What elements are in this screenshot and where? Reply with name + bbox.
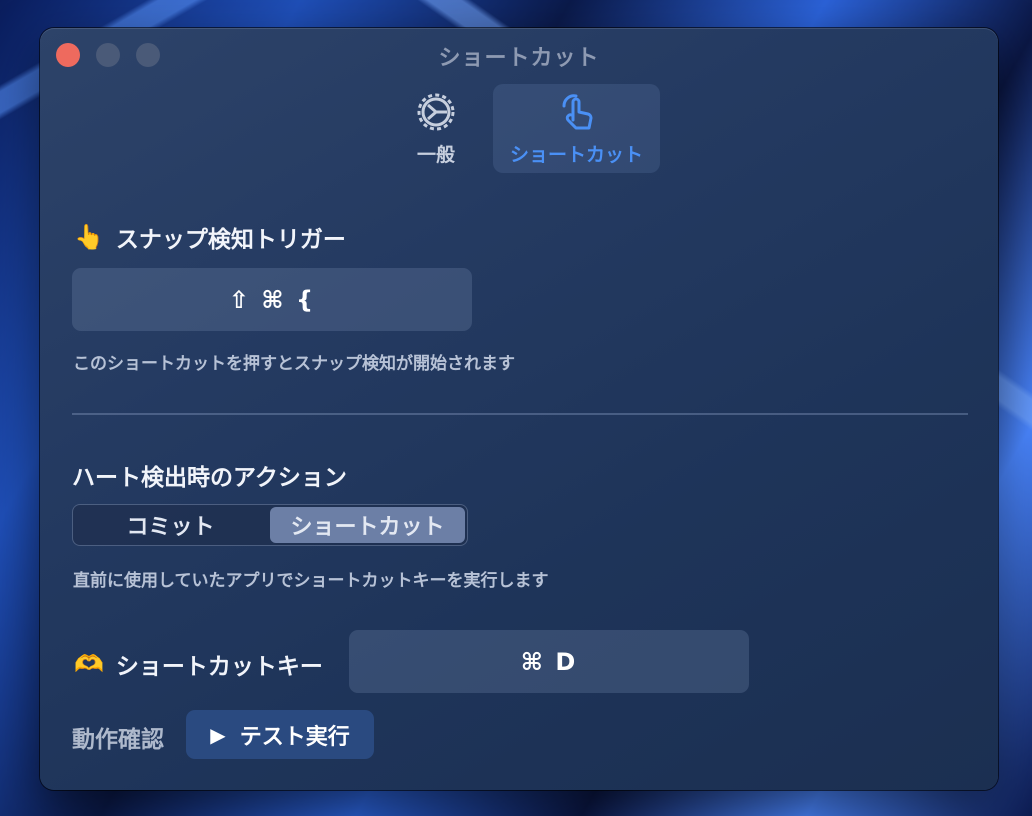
shortcut-key-label: ショートカットキー xyxy=(115,654,323,680)
snap-trigger-heading: 👆 スナップ検知トリガー xyxy=(74,220,346,254)
heart-action-heading: ハート検出時のアクション xyxy=(72,465,347,491)
test-run-label: テスト実行 xyxy=(239,724,350,750)
shortcut-key-field[interactable]: ⌘ D xyxy=(349,630,749,693)
tab-shortcut[interactable]: ショートカット xyxy=(493,84,660,173)
snap-trigger-description: このショートカットを押すとスナップ検知が開始されます xyxy=(73,354,515,374)
window-title: ショートカット xyxy=(438,46,600,71)
play-icon: ▶ xyxy=(210,722,226,747)
heart-action-segmented-control: コミット ショートカット xyxy=(72,504,468,546)
section-divider xyxy=(72,413,968,415)
snap-trigger-title: スナップ検知トリガー xyxy=(115,227,346,253)
preferences-window: ショートカット 一般 ショートカット 👆 スナップ検知トリガー ⇧ ⌘ {この… xyxy=(40,28,998,790)
hand-tap-icon xyxy=(554,84,600,138)
heart-hands-icon: 🫶 xyxy=(74,650,104,678)
snap-trigger-shortcut-field[interactable]: ⇧ ⌘ { xyxy=(72,268,472,331)
test-run-button[interactable]: ▶ テスト実行 xyxy=(186,710,374,759)
tab-general-label: 一般 xyxy=(416,144,455,166)
segment-commit[interactable]: コミット xyxy=(73,505,268,545)
shortcut-key-label-row: 🫶 ショートカットキー xyxy=(74,647,323,681)
segment-shortcut[interactable]: ショートカット xyxy=(270,507,465,543)
tab-shortcut-label: ショートカット xyxy=(509,144,643,166)
gear-icon xyxy=(414,84,458,138)
pointing-finger-icon: 👆 xyxy=(74,223,104,251)
heart-action-description: 直前に使用していたアプリでショートカットキーを実行します xyxy=(73,571,549,591)
tab-general[interactable]: 一般 xyxy=(400,84,472,173)
verify-label: 動作確認 xyxy=(72,727,164,753)
